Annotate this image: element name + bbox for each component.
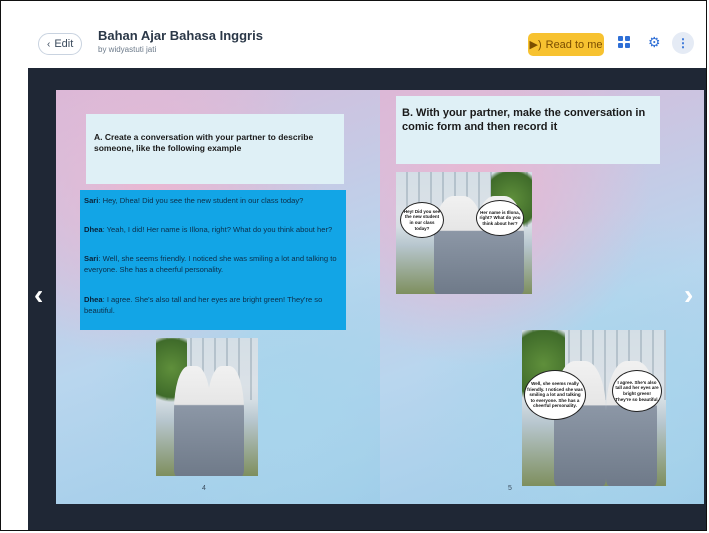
chevron-left-icon: ‹	[47, 38, 51, 50]
speech-bubble: Well, she seems really friendly. I notic…	[524, 370, 586, 420]
page-number: 4	[202, 485, 206, 492]
book-title: Bahan Ajar Bahasa Inggris	[98, 28, 263, 43]
dialog-line: Dhea: Yeah, I did! Her name is Illona, r…	[84, 225, 333, 234]
dialog-line: Sari: Well, she seems friendly. I notice…	[84, 254, 337, 275]
gear-icon[interactable]: ⚙	[648, 34, 661, 51]
comic-panel-1: Hey! Did you see the new student in our …	[396, 172, 532, 294]
instruction-b: B. With your partner, make the conversat…	[402, 107, 646, 134]
page-right: B. With your partner, make the conversat…	[380, 90, 704, 504]
book-author: by widyastuti jati	[98, 45, 157, 54]
page-left: A. Create a conversation with your partn…	[56, 90, 380, 504]
prev-page-button[interactable]: ‹	[34, 281, 43, 309]
speaker-icon: ▶)	[529, 39, 542, 51]
dialog-line: Dhea: I agree. She's also tall and her e…	[84, 295, 323, 316]
instruction-box-a: A. Create a conversation with your partn…	[86, 114, 344, 184]
illustration-students	[156, 338, 258, 476]
edit-label: Edit	[54, 38, 74, 50]
read-to-me-button[interactable]: ▶) Read to me	[528, 33, 604, 56]
speech-bubble: Hey! Did you see the new student in our …	[400, 202, 444, 238]
instruction-box-b: B. With your partner, make the conversat…	[396, 96, 660, 164]
next-page-button[interactable]: ›	[684, 281, 693, 309]
speech-bubble: Her name is Illona, right? What do you t…	[476, 200, 524, 236]
comic-panel-2: Well, she seems really friendly. I notic…	[522, 330, 666, 486]
example-dialog-box: Sari: Hey, Dhea! Did you see the new stu…	[80, 190, 346, 330]
book-stage: ‹ A. Create a conversation with your par…	[28, 68, 706, 530]
page-number: 5	[508, 485, 512, 492]
edit-button[interactable]: ‹ Edit	[38, 33, 83, 55]
more-vertical-icon[interactable]: ⋮	[672, 32, 694, 54]
dialog-line: Sari: Hey, Dhea! Did you see the new stu…	[84, 196, 304, 205]
instruction-a: A. Create a conversation with your partn…	[94, 132, 314, 154]
read-to-me-label: Read to me	[545, 38, 603, 51]
header-bar: ‹ Edit Bahan Ajar Bahasa Inggris by widy…	[16, 20, 696, 68]
speech-bubble: I agree. She's also tall and her eyes ar…	[612, 370, 662, 412]
grid-icon[interactable]	[618, 36, 630, 48]
